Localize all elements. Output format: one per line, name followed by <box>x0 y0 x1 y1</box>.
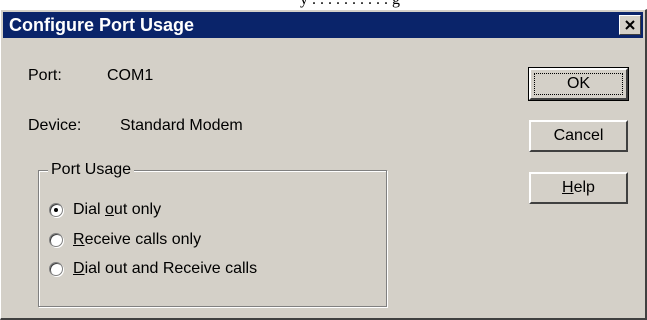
label-text: Dial <box>73 201 106 218</box>
access-key: D <box>73 260 85 277</box>
help-access-key: H <box>562 179 574 196</box>
close-button[interactable] <box>619 15 641 35</box>
port-value: COM1 <box>107 67 154 84</box>
radio-label-dial-out-and-receive: Dial out and Receive calls <box>73 259 257 279</box>
help-button-label: Help <box>562 179 595 197</box>
cancel-button-label: Cancel <box>553 127 604 144</box>
radio-receive-calls-only[interactable]: Receive calls only <box>49 229 201 251</box>
cropped-caption-text: y . . . . . . . . . . g <box>300 0 400 9</box>
help-label-rest: elp <box>573 179 595 196</box>
help-button[interactable]: Help <box>529 172 628 204</box>
window-title: Configure Port Usage <box>9 15 195 35</box>
radio-button-checked[interactable] <box>49 203 63 217</box>
port-usage-group: Port Usage Dial out only Receive calls o… <box>38 160 387 307</box>
radio-label-dial-out-only: Dial out only <box>73 200 161 220</box>
title-bar[interactable]: Configure Port Usage <box>3 12 643 38</box>
radio-dial-out-and-receive[interactable]: Dial out and Receive calls <box>49 258 257 280</box>
radio-button[interactable] <box>49 233 63 247</box>
configure-port-usage-dialog: Configure Port Usage Port: COM1 Device: … <box>0 9 647 320</box>
device-label: Device: <box>28 117 82 134</box>
label-text: ut only <box>113 201 162 218</box>
port-label: Port: <box>28 67 62 84</box>
access-key: R <box>73 231 85 248</box>
access-key: o <box>105 201 114 218</box>
close-icon <box>625 20 635 30</box>
port-usage-legend: Port Usage <box>48 160 135 180</box>
top-caption-strip: y . . . . . . . . . . g <box>0 0 647 9</box>
radio-dial-out-only[interactable]: Dial out only <box>49 199 161 221</box>
ok-button[interactable]: OK <box>528 67 629 101</box>
device-value: Standard Modem <box>120 117 243 134</box>
cancel-button[interactable]: Cancel <box>529 120 628 152</box>
label-text: ial out and Receive calls <box>84 260 258 277</box>
radio-button[interactable] <box>49 262 63 276</box>
radio-label-receive-calls-only: Receive calls only <box>73 230 201 250</box>
focus-rectangle <box>534 73 623 95</box>
label-text: eceive calls only <box>84 231 202 248</box>
